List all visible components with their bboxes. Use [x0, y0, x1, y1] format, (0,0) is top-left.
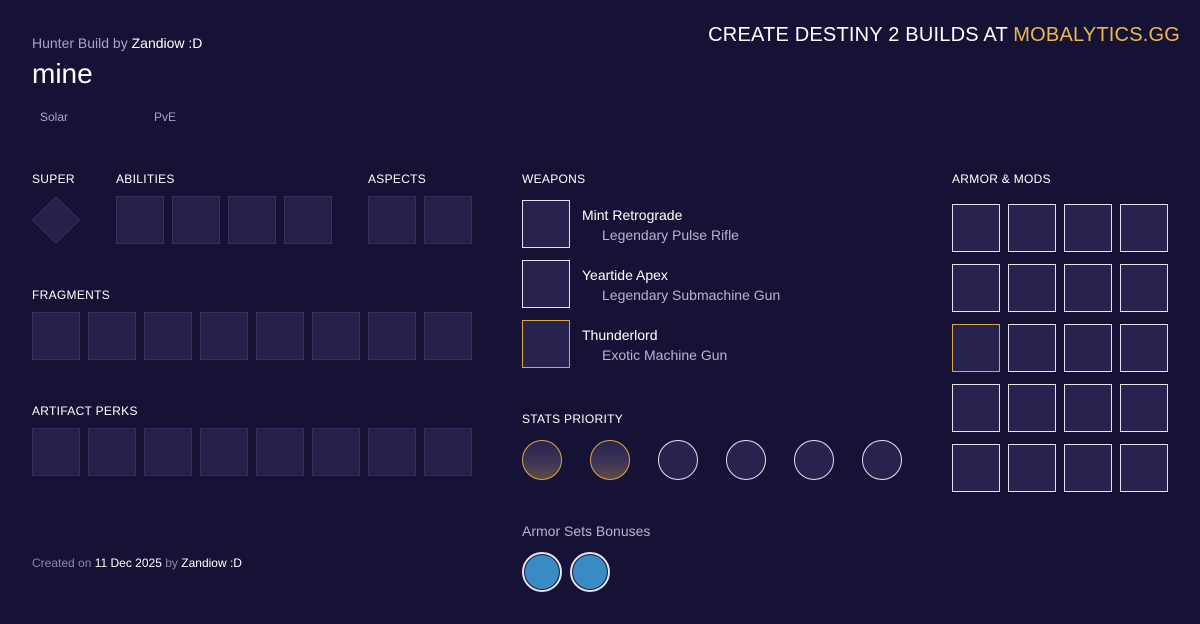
super-slot[interactable]	[31, 195, 81, 245]
weapon-name[interactable]: Yeartide Apex	[582, 267, 668, 283]
mod-slot[interactable]	[1120, 384, 1168, 432]
created-date: 11 Dec 2025	[94, 556, 162, 570]
fragment-slot[interactable]	[368, 312, 416, 360]
footer-author-link[interactable]: Zandiow :D	[181, 556, 242, 570]
stat-icon[interactable]	[658, 440, 698, 480]
artifact-perk-slot[interactable]	[144, 428, 192, 476]
mod-slot[interactable]	[1008, 324, 1056, 372]
armor-slot[interactable]	[952, 384, 1000, 432]
weapon-icon-slot-exotic[interactable]	[522, 320, 570, 368]
fragment-slot[interactable]	[424, 312, 472, 360]
artifact-perk-slot[interactable]	[368, 428, 416, 476]
armor-slot[interactable]	[952, 204, 1000, 252]
armor-mods-label: ARMOR & MODS	[952, 172, 1051, 186]
armor-set-icon[interactable]	[570, 552, 610, 592]
aspects-label: ASPECTS	[368, 172, 427, 186]
build-author-link[interactable]: Zandiow :D	[132, 35, 203, 51]
promo-banner[interactable]: CREATE DESTINY 2 BUILDS AT MOBALYTICS.GG	[708, 24, 1180, 47]
mod-slot[interactable]	[1008, 264, 1056, 312]
aspect-slot[interactable]	[424, 196, 472, 244]
mod-slot[interactable]	[1064, 444, 1112, 492]
armor-set-icon[interactable]	[522, 552, 562, 592]
weapon-icon-slot[interactable]	[522, 200, 570, 248]
fragment-slot[interactable]	[88, 312, 136, 360]
mod-slot[interactable]	[1008, 204, 1056, 252]
stats-priority-label: STATS PRIORITY	[522, 412, 624, 426]
ability-slot[interactable]	[284, 196, 332, 244]
mod-slot[interactable]	[1120, 264, 1168, 312]
fragment-slot[interactable]	[312, 312, 360, 360]
fragment-slot[interactable]	[144, 312, 192, 360]
stat-icon[interactable]	[522, 440, 562, 480]
mod-slot[interactable]	[1120, 204, 1168, 252]
armor-sets-label: Armor Sets Bonuses	[522, 523, 651, 539]
build-title: mine	[32, 58, 93, 89]
stat-icon[interactable]	[726, 440, 766, 480]
armor-slot[interactable]	[952, 444, 1000, 492]
mod-slot[interactable]	[1120, 324, 1168, 372]
aspect-slot[interactable]	[368, 196, 416, 244]
promo-brand: MOBALYTICS.GG	[1013, 24, 1180, 46]
stat-icon[interactable]	[862, 440, 902, 480]
armor-slot-exotic[interactable]	[952, 324, 1000, 372]
mod-slot[interactable]	[1120, 444, 1168, 492]
fragment-slot[interactable]	[32, 312, 80, 360]
weapon-icon-slot[interactable]	[522, 260, 570, 308]
mod-slot[interactable]	[1008, 384, 1056, 432]
artifact-perk-slot[interactable]	[256, 428, 304, 476]
artifact-perk-slot[interactable]	[424, 428, 472, 476]
stat-icon[interactable]	[590, 440, 630, 480]
weapons-label: WEAPONS	[522, 172, 586, 186]
created-on-label: Created on	[32, 556, 92, 570]
created-by-label: by	[165, 556, 178, 570]
artifact-perk-slot[interactable]	[88, 428, 136, 476]
weapon-type: Legendary Pulse Rifle	[602, 227, 739, 243]
build-byline-prefix: Hunter Build by	[32, 35, 128, 51]
mod-slot[interactable]	[1064, 384, 1112, 432]
abilities-label: ABILITIES	[116, 172, 175, 186]
fragment-slot[interactable]	[256, 312, 304, 360]
ability-slot[interactable]	[116, 196, 164, 244]
mod-slot[interactable]	[1064, 264, 1112, 312]
weapon-name[interactable]: Thunderlord	[582, 327, 658, 343]
ability-slot[interactable]	[172, 196, 220, 244]
tag-mode: PvE	[154, 110, 177, 124]
tag-subclass: Solar	[40, 110, 69, 124]
artifact-perk-slot[interactable]	[200, 428, 248, 476]
mod-slot[interactable]	[1064, 324, 1112, 372]
created-info: Created on 11 Dec 2025 by Zandiow :D	[32, 556, 242, 570]
weapon-type: Exotic Machine Gun	[602, 347, 728, 363]
mod-slot[interactable]	[1008, 444, 1056, 492]
super-label: SUPER	[32, 172, 75, 186]
ability-slot[interactable]	[228, 196, 276, 244]
weapon-name[interactable]: Mint Retrograde	[582, 207, 682, 223]
weapon-type: Legendary Submachine Gun	[602, 287, 781, 303]
artifact-perk-slot[interactable]	[32, 428, 80, 476]
armor-slot[interactable]	[952, 264, 1000, 312]
artifact-perks-label: ARTIFACT PERKS	[32, 404, 138, 418]
artifact-perk-slot[interactable]	[312, 428, 360, 476]
promo-text: CREATE DESTINY 2 BUILDS AT	[708, 24, 1008, 46]
stat-icon[interactable]	[794, 440, 834, 480]
build-byline: Hunter Build by Zandiow :D	[32, 35, 202, 51]
fragment-slot[interactable]	[200, 312, 248, 360]
fragments-label: FRAGMENTS	[32, 288, 111, 302]
mod-slot[interactable]	[1064, 204, 1112, 252]
